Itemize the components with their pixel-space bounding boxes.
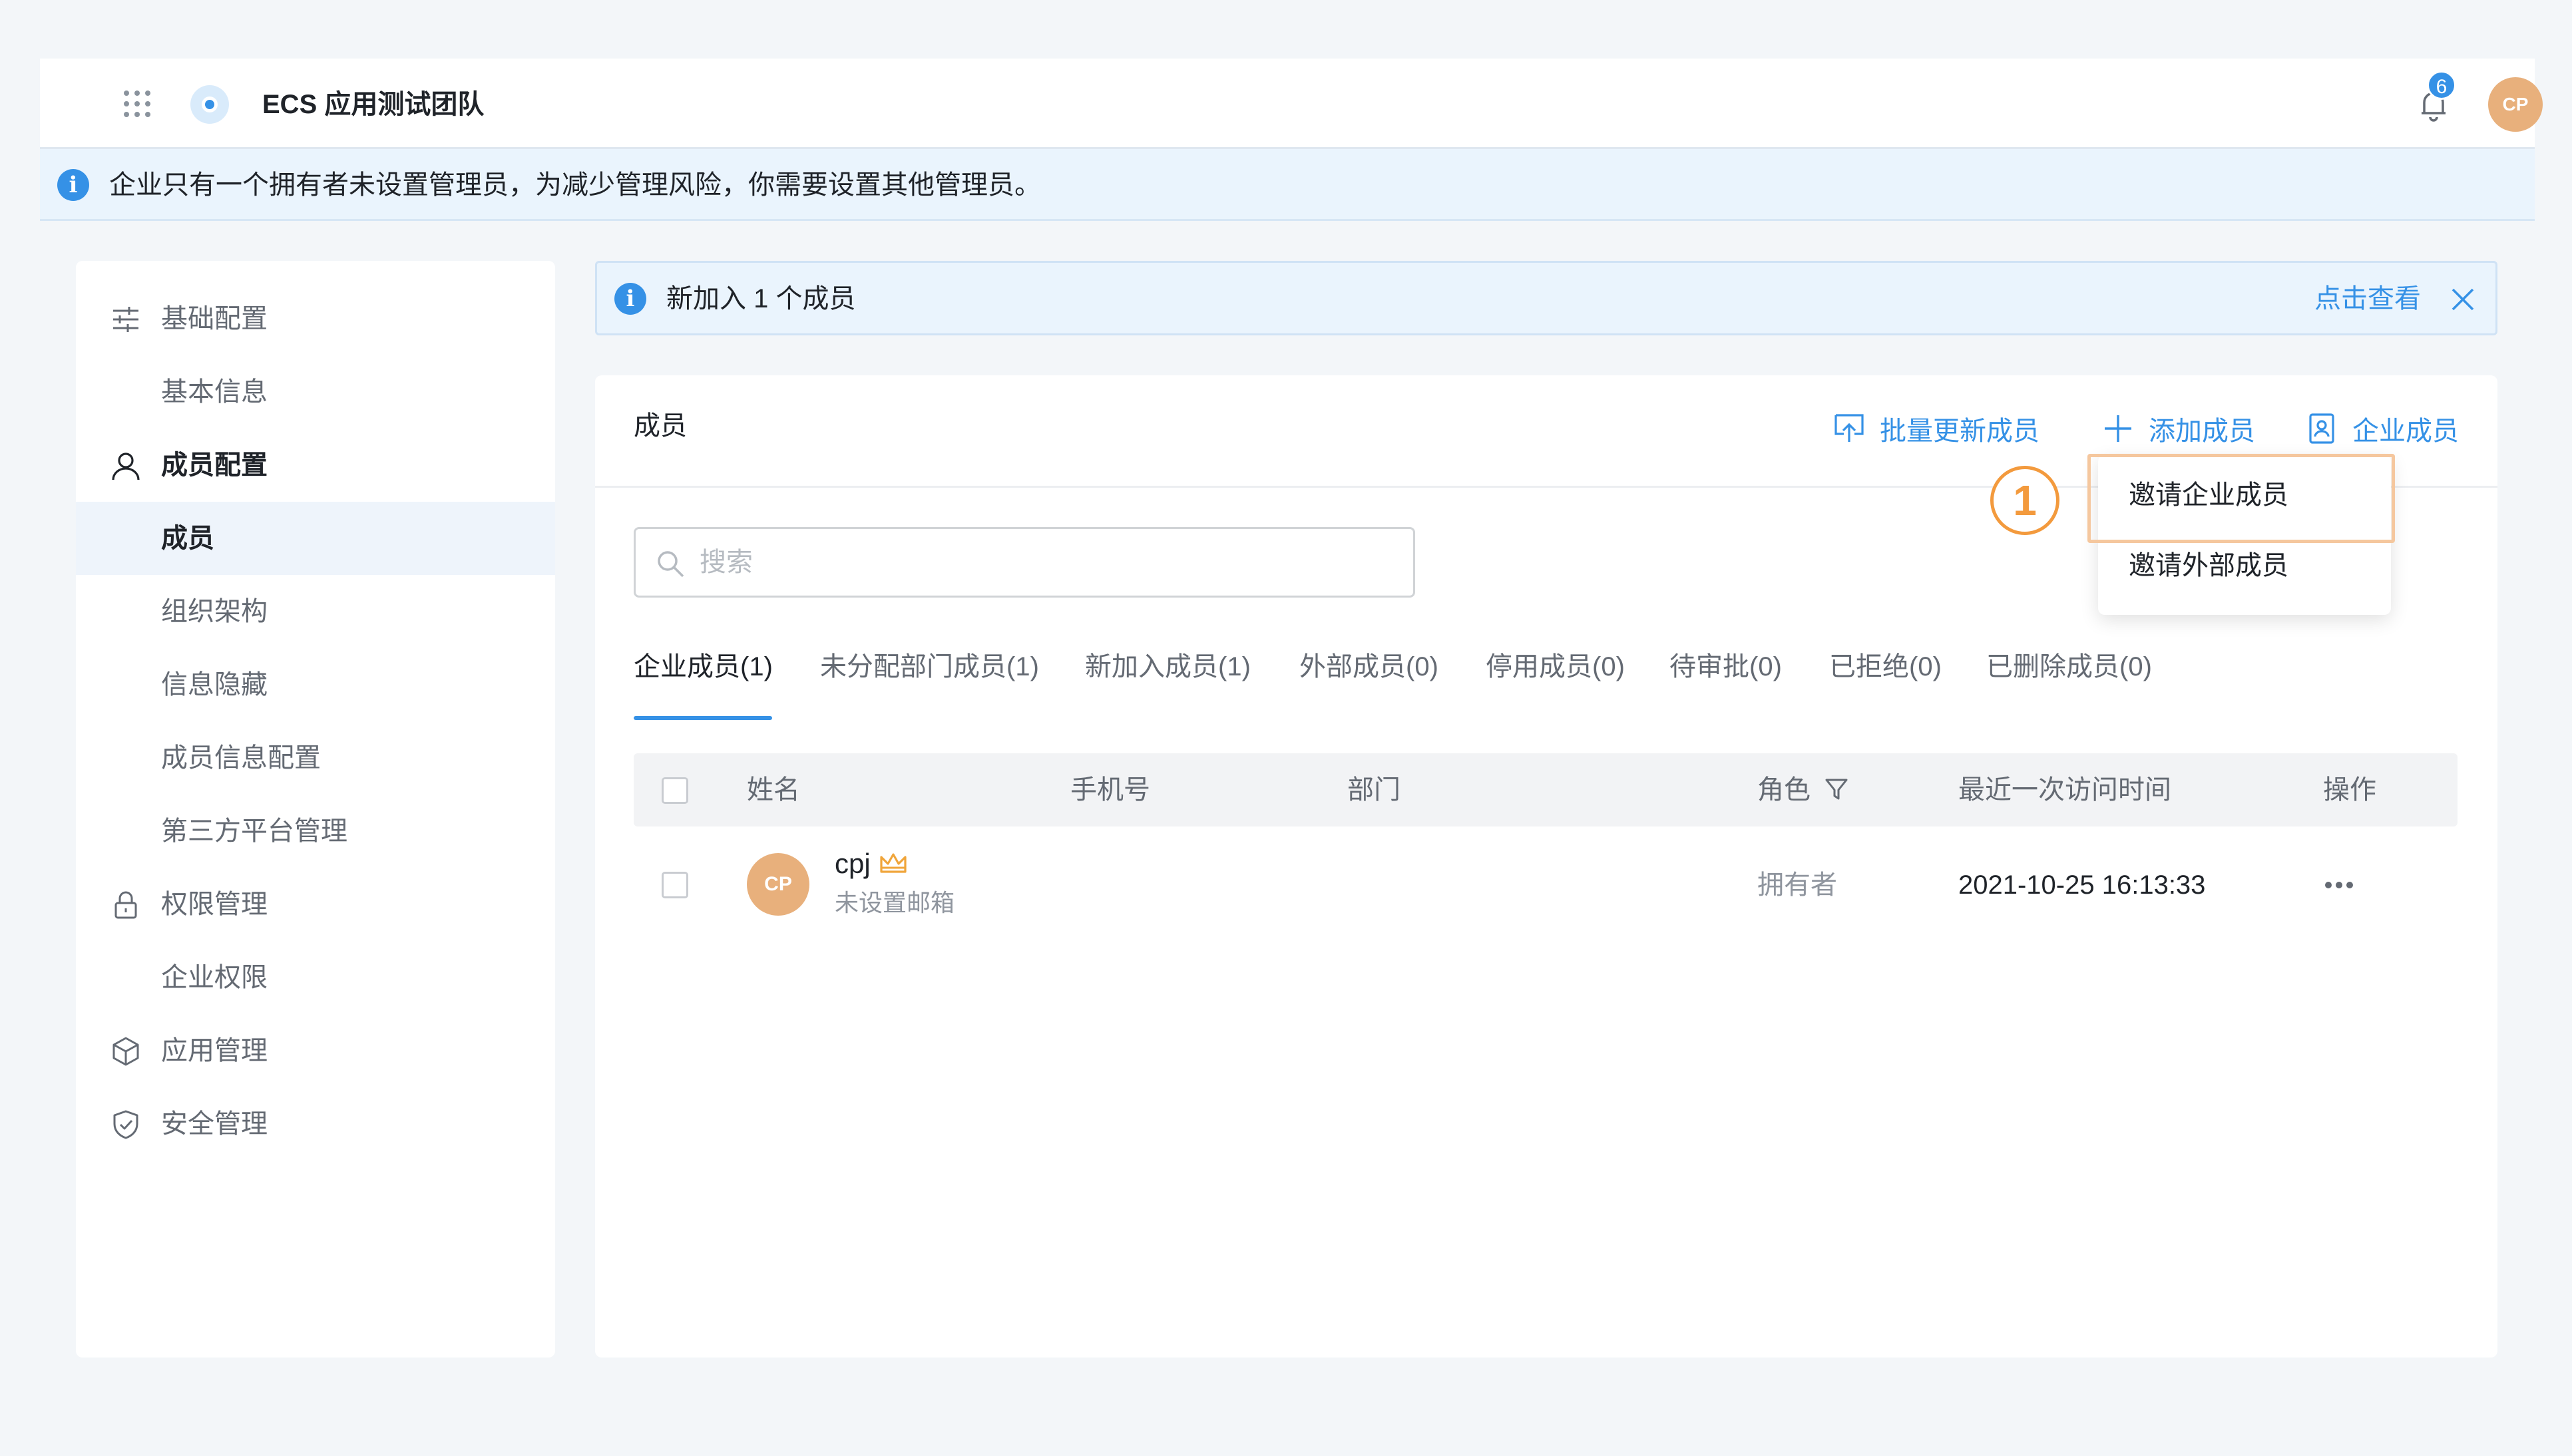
- sidebar-item-org-structure[interactable]: 组织架构: [76, 575, 555, 648]
- user-avatar[interactable]: CP: [2488, 77, 2543, 132]
- sidebar-item-label: 组织架构: [161, 597, 268, 626]
- sidebar-item-enterprise-permissions[interactable]: 企业权限: [76, 941, 555, 1014]
- sidebar-item-label: 成员配置: [161, 451, 268, 480]
- search-icon: [658, 551, 684, 578]
- member-last-visit: 2021-10-25 16:13:33: [1958, 870, 2206, 900]
- column-header-name: 姓名: [747, 775, 800, 805]
- team-logo: [190, 85, 229, 124]
- row-checkbox[interactable]: [662, 872, 688, 898]
- member-email: 未设置邮箱: [835, 889, 955, 916]
- enterprise-member-button[interactable]: 企业成员: [2304, 410, 2459, 447]
- sidebar-item-label: 成员信息配置: [161, 743, 321, 773]
- sidebar-item-label: 企业权限: [161, 963, 268, 992]
- sidebar-item-permissions[interactable]: 权限管理: [76, 868, 555, 941]
- search-box[interactable]: [634, 527, 1415, 598]
- bulk-update-button[interactable]: 批量更新成员: [1832, 410, 2039, 447]
- admin-warning-banner: i 企业只有一个拥有者未设置管理员，为减少管理风险，你需要设置其他管理员。: [40, 149, 2535, 221]
- plus-icon: [2105, 415, 2131, 442]
- page-title: 成员: [634, 411, 687, 441]
- add-member-button[interactable]: 添加成员: [2101, 410, 2255, 447]
- table-row: CP cpj 未设置邮箱 拥有者 2021-10-25 16:13:33: [634, 828, 2458, 961]
- active-tab-indicator: [634, 716, 772, 720]
- column-header-last-visit: 最近一次访问时间: [1958, 775, 2171, 805]
- sliders-icon: [109, 303, 142, 336]
- shield-icon: [109, 1108, 142, 1141]
- sidebar-item-members[interactable]: 成员: [76, 502, 555, 575]
- sidebar-item-label: 应用管理: [161, 1036, 268, 1065]
- tab-deleted-members[interactable]: 已删除成员(0): [1986, 648, 2152, 685]
- new-member-notice: i 新加入 1 个成员 点击查看: [595, 261, 2497, 335]
- sidebar-item-label: 基本信息: [161, 377, 268, 407]
- sidebar-item-app-management[interactable]: 应用管理: [76, 1014, 555, 1087]
- upload-icon: [1834, 414, 1864, 442]
- warning-text: 企业只有一个拥有者未设置管理员，为减少管理风险，你需要设置其他管理员。: [109, 170, 1041, 200]
- avatar: CP: [747, 853, 809, 916]
- add-member-label: 添加成员: [2149, 417, 2255, 446]
- notification-badge: 6: [2427, 71, 2456, 100]
- role-header-label: 角色: [1757, 775, 1811, 805]
- column-header-role: 角色: [1757, 771, 1850, 809]
- invite-enterprise-member-item[interactable]: 邀请企业成员: [2098, 460, 2391, 530]
- column-header-department: 部门: [1347, 775, 1400, 805]
- sidebar-item-label: 权限管理: [161, 890, 268, 919]
- step-marker: 1: [1990, 466, 2059, 535]
- bulk-update-label: 批量更新成员: [1880, 417, 2039, 446]
- sidebar-item-label: 基础配置: [161, 304, 268, 333]
- tab-rejected[interactable]: 已拒绝(0): [1829, 648, 1942, 685]
- menu-item-label: 邀请企业成员: [2129, 480, 2288, 510]
- sidebar-item-member-config[interactable]: 成员配置: [76, 429, 555, 502]
- add-member-dropdown: 邀请企业成员 邀请外部成员: [2098, 455, 2391, 615]
- tab-enterprise-members[interactable]: 企业成员(1): [634, 648, 773, 685]
- sidebar-item-member-info-config[interactable]: 成员信息配置: [76, 721, 555, 795]
- tab-new-members[interactable]: 新加入成员(1): [1085, 648, 1251, 685]
- table-header: 姓名 手机号 部门 角色 最近一次访问时间 操作: [634, 753, 2458, 826]
- view-new-members-link[interactable]: 点击查看: [2314, 280, 2421, 317]
- sidebar-item-label: 第三方平台管理: [161, 817, 347, 846]
- menu-item-label: 邀请外部成员: [2129, 551, 2288, 580]
- member-role: 拥有者: [1757, 870, 1837, 900]
- notice-text: 新加入 1 个成员: [666, 284, 856, 313]
- more-icon[interactable]: [2320, 866, 2358, 904]
- filter-icon[interactable]: [1823, 776, 1850, 803]
- close-icon[interactable]: [2446, 283, 2479, 316]
- sidebar-item-label: 安全管理: [161, 1109, 268, 1139]
- select-all-checkbox[interactable]: [662, 777, 688, 804]
- tab-disabled-members[interactable]: 停用成员(0): [1486, 648, 1625, 685]
- crown-icon: [880, 853, 907, 873]
- contact-card-icon: [2309, 413, 2334, 444]
- team-name[interactable]: ECS 应用测试团队: [262, 87, 484, 122]
- sidebar-item-info-hiding[interactable]: 信息隐藏: [76, 648, 555, 721]
- tab-pending-approval[interactable]: 待审批(0): [1669, 648, 1782, 685]
- search-input[interactable]: [700, 542, 1392, 582]
- app-frame: ECS 应用测试团队 6 CP i 企业只有一个拥有者未设置管理员，为减少管理风…: [0, 0, 2572, 1456]
- enterprise-member-label: 企业成员: [2352, 417, 2459, 446]
- settings-sidebar: 基础配置 基本信息 成员配置 成员 组织架构 信息隐藏 成员信息配置 第三方平台…: [76, 261, 555, 1358]
- sidebar-item-label: 成员: [161, 524, 214, 553]
- sidebar-item-label: 信息隐藏: [161, 670, 268, 699]
- tab-external-members[interactable]: 外部成员(0): [1299, 648, 1438, 685]
- user-icon: [109, 449, 142, 482]
- sidebar-item-security[interactable]: 安全管理: [76, 1087, 555, 1161]
- tab-unassigned-members[interactable]: 未分配部门成员(1): [820, 648, 1039, 685]
- sidebar-item-basic-info[interactable]: 基本信息: [76, 355, 555, 429]
- lock-icon: [109, 888, 142, 922]
- cube-icon: [109, 1035, 142, 1068]
- info-icon: i: [614, 283, 646, 315]
- sidebar-item-third-party[interactable]: 第三方平台管理: [76, 795, 555, 868]
- top-bar: ECS 应用测试团队 6 CP: [40, 59, 2543, 149]
- invite-external-member-item[interactable]: 邀请外部成员: [2098, 531, 2391, 600]
- sidebar-item-basic-config[interactable]: 基础配置: [76, 282, 555, 355]
- column-header-phone: 手机号: [1070, 775, 1150, 805]
- info-icon: i: [57, 169, 89, 201]
- member-name[interactable]: cpj: [835, 845, 871, 882]
- app-grid-icon[interactable]: [122, 89, 152, 118]
- column-header-operation: 操作: [2323, 775, 2376, 805]
